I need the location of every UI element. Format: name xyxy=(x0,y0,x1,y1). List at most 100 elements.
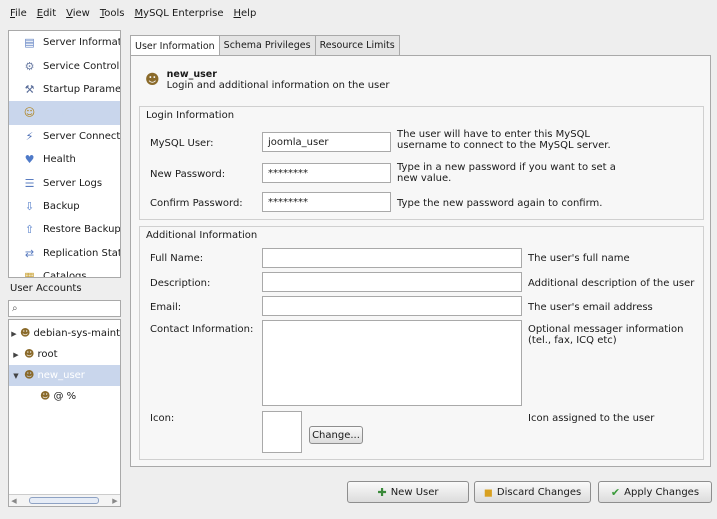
menu-file[interactable]: File xyxy=(10,8,27,19)
new-password-field[interactable]: ******** xyxy=(262,163,391,183)
horizontal-scrollbar[interactable]: ◀ ▶ xyxy=(9,494,120,506)
sidebar-item-users[interactable]: ☺ User Administration xyxy=(9,101,120,125)
sidebar-item-label: Server Connections xyxy=(43,130,120,142)
sidebar-item-backup[interactable]: ⇩ Backup xyxy=(9,195,120,218)
tab-user-information[interactable]: User Information xyxy=(130,35,220,56)
catalogs-icon: ▦ xyxy=(24,270,35,278)
change-icon-button[interactable]: Change... xyxy=(309,426,363,444)
new-password-label: New Password: xyxy=(150,169,226,180)
menu-view[interactable]: View xyxy=(66,8,90,19)
checkmark-icon: ✔ xyxy=(610,485,621,499)
expand-arrow-icon[interactable]: ▶ xyxy=(11,351,21,359)
additional-information-group: Additional Information Full Name: The us… xyxy=(139,226,704,460)
user-tree-label: debian-sys-maint xyxy=(33,328,120,339)
sidebar-item-startup-params[interactable]: ⚒ Startup Parameters xyxy=(9,78,120,101)
tab-bar: User Information Schema Privileges Resou… xyxy=(130,35,400,56)
sidebar-item-restore[interactable]: ⇧ Restore Backup xyxy=(9,218,120,241)
sidebar-item-label: Service Control xyxy=(43,60,120,72)
tab-resource-limits[interactable]: Resource Limits xyxy=(314,35,400,55)
discard-changes-label: Discard Changes xyxy=(496,486,582,498)
new-user-button[interactable]: ✚ New User xyxy=(347,481,469,503)
user-icon: ☻ xyxy=(24,349,35,360)
user-tree-item[interactable]: ☻ @ % xyxy=(9,386,120,407)
sidebar-item-catalogs[interactable]: ▦ Catalogs xyxy=(9,265,120,278)
server-info-icon: ▤ xyxy=(24,36,35,50)
scroll-right-icon[interactable]: ▶ xyxy=(110,497,120,505)
header-description: Login and additional information on the … xyxy=(166,80,390,91)
user-tree-item[interactable]: ▶ ☻ debian-sys-maint xyxy=(9,323,120,344)
email-field[interactable] xyxy=(262,296,522,316)
menu-help[interactable]: Help xyxy=(233,8,256,19)
expand-arrow-icon[interactable]: ▶ xyxy=(11,330,17,338)
email-hint: The user's email address xyxy=(528,302,653,313)
discard-icon: ◼ xyxy=(483,485,493,499)
sidebar-item-label: User Administration xyxy=(43,107,120,119)
sidebar-item-label: Server Information xyxy=(43,37,120,49)
scroll-left-icon[interactable]: ◀ xyxy=(9,497,19,505)
mysql-user-hint: The user will have to enter this MySQL u… xyxy=(397,129,611,151)
new-user-label: New User xyxy=(390,486,439,498)
users-icon: ☺ xyxy=(23,106,36,120)
user-accounts-tree: ▶ ☻ debian-sys-maint ▶ ☻ root ▼ ☻ new_user ☻ @ % ◀… xyxy=(8,319,121,507)
full-name-field[interactable] xyxy=(262,248,522,268)
header-username: new_user xyxy=(166,69,217,80)
confirm-password-field[interactable]: ******** xyxy=(262,192,391,212)
menu-mysql-enterprise[interactable]: MySQL Enterprise xyxy=(135,8,224,19)
user-accounts-title: User Accounts xyxy=(10,283,82,294)
user-icon: ☻ xyxy=(24,370,35,381)
startup-params-icon: ⚒ xyxy=(24,82,35,96)
user-tree-item[interactable]: ▼ ☻ new_user xyxy=(9,365,120,386)
mysql-user-label: MySQL User: xyxy=(150,138,214,149)
tab-schema-privileges[interactable]: Schema Privileges xyxy=(218,35,316,55)
apply-changes-button[interactable]: ✔ Apply Changes xyxy=(598,481,712,503)
sidebar-item-replication[interactable]: ⇄ Replication Status xyxy=(9,242,120,265)
email-label: Email: xyxy=(150,302,182,313)
contact-information-field[interactable] xyxy=(262,320,522,406)
replication-icon: ⇄ xyxy=(24,246,35,260)
plus-icon: ✚ xyxy=(377,485,387,499)
description-hint: Additional description of the user xyxy=(528,278,695,289)
user-tree-item[interactable]: ▶ ☻ root xyxy=(9,344,120,365)
sidebar-item-label: Server Logs xyxy=(43,177,103,189)
search-icon: ⌕ xyxy=(12,303,18,314)
icon-hint: Icon assigned to the user xyxy=(528,413,655,424)
user-search-input[interactable]: ⌕ xyxy=(8,300,121,317)
logs-icon: ☰ xyxy=(24,176,35,190)
health-icon: ♥ xyxy=(24,153,35,167)
restore-icon: ⇧ xyxy=(24,223,35,237)
discard-changes-button[interactable]: ◼ Discard Changes xyxy=(474,481,591,503)
sidebar-item-logs[interactable]: ☰ Server Logs xyxy=(9,171,120,194)
menu-tools[interactable]: Tools xyxy=(100,8,125,19)
expand-arrow-icon[interactable]: ▼ xyxy=(11,372,21,380)
user-icon-preview xyxy=(262,411,302,453)
menu-edit[interactable]: Edit xyxy=(37,8,56,19)
user-tree-label: @ % xyxy=(53,391,77,402)
sidebar-item-connections[interactable]: ⚡ Server Connections xyxy=(9,125,120,148)
mysql-user-field[interactable]: joomla_user xyxy=(262,132,391,152)
confirm-password-label: Confirm Password: xyxy=(150,198,243,209)
user-information-panel: ☻ new_user Login and additional informat… xyxy=(130,55,711,467)
additional-information-title: Additional Information xyxy=(146,230,258,241)
user-icon: ☻ xyxy=(20,328,31,339)
sidebar-item-label: Backup xyxy=(43,200,80,212)
sidebar-item-service-control[interactable]: ⚙ Service Control xyxy=(9,54,120,77)
user-tree-label: root xyxy=(37,349,58,360)
service-control-icon: ⚙ xyxy=(24,59,35,73)
full-name-hint: The user's full name xyxy=(528,253,630,264)
new-password-hint: Type in a new password if you want to se… xyxy=(397,162,616,184)
sidebar-item-label: Replication Status xyxy=(43,247,120,259)
connections-icon: ⚡ xyxy=(25,129,34,143)
description-field[interactable] xyxy=(262,272,522,292)
login-information-group: Login Information MySQL User: joomla_use… xyxy=(139,106,704,220)
sidebar-item-label: Restore Backup xyxy=(43,224,120,236)
sidebar-item-server-info[interactable]: ▤ Server Information xyxy=(9,31,120,54)
sidebar-item-label: Startup Parameters xyxy=(43,83,120,95)
backup-icon: ⇩ xyxy=(24,199,35,213)
contact-information-label: Contact Information: xyxy=(150,324,254,335)
icon-label: Icon: xyxy=(150,413,175,424)
sidebar-nav: ▤ Server Information ⚙ Service Control ⚒ Star… xyxy=(8,30,121,278)
contact-information-hint: Optional messager information (tel., fax… xyxy=(528,324,684,346)
scrollbar-thumb[interactable] xyxy=(29,497,99,504)
sidebar-item-health[interactable]: ♥ Health xyxy=(9,148,120,171)
confirm-password-hint: Type the new password again to confirm. xyxy=(397,198,603,209)
